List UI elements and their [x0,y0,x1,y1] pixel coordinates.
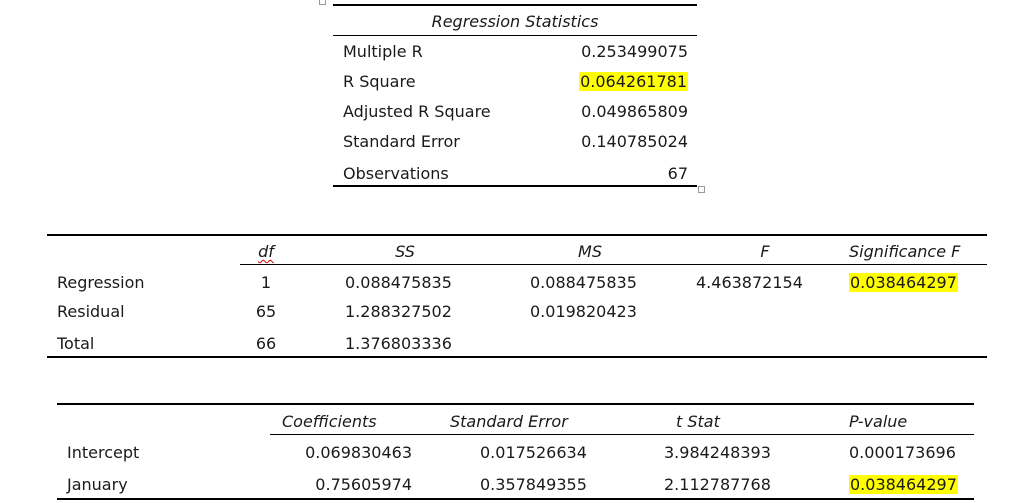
header-rule [333,35,697,36]
anova-top-rule [47,234,987,236]
coef-value-intercept: 0.069830463 [305,443,412,462]
anova-header-ss: SS [395,242,415,261]
coef-label-intercept: Intercept [67,443,140,462]
coef-p-january: 0.038464297 [849,475,958,494]
row-value-observations: 67 [667,164,688,183]
anova-ms-residual: 0.019820423 [530,302,637,321]
top-rule [333,4,697,6]
coef-header-rule [270,434,974,435]
coef-header-coefficients: Coefficients [282,412,377,431]
anova-df-total: 66 [255,334,277,353]
row-label-r-square: R Square [343,72,416,91]
row-label-observations: Observations [343,164,449,183]
anova-header-rule [240,264,987,265]
anova-ss-regression: 0.088475835 [345,273,452,292]
regression-statistics-title: Regression Statistics [431,12,599,31]
row-value-adjusted-r-square: 0.049865809 [581,102,688,121]
anova-header-df-text: df [258,242,274,261]
anova-header-ms: MS [578,242,602,261]
anova-f-regression: 4.463872154 [696,273,803,292]
bottom-rule [333,185,697,187]
anova-sig-regression: 0.038464297 [849,273,958,292]
row-label-multiple-r: Multiple R [343,42,423,61]
anova-df-regression: 1 [260,273,272,292]
anova-label-total: Total [57,334,95,353]
row-label-standard-error: Standard Error [343,132,460,151]
coef-header-t-stat: t Stat [676,412,720,431]
coef-t-intercept: 3.984248393 [664,443,771,462]
anova-df-residual: 65 [255,302,277,321]
anova-header-f: F [760,242,770,261]
coef-p-january-wrap: 0.038464297 [849,475,958,495]
table-move-handle[interactable] [319,0,326,5]
coef-p-intercept: 0.000173696 [849,443,956,462]
anova-ms-regression: 0.088475835 [530,273,637,292]
anova-label-residual: Residual [57,302,125,321]
coef-header-p-value: P-value [849,412,908,431]
row-value-standard-error: 0.140785024 [581,132,688,151]
coef-bottom-rule [57,498,974,500]
anova-bottom-rule [47,356,987,358]
coef-label-january: January [67,475,128,494]
anova-header-df: df [240,242,292,262]
anova-ss-residual: 1.288327502 [345,302,452,321]
coef-t-january: 2.112787768 [664,475,771,494]
row-value-multiple-r: 0.253499075 [581,42,688,61]
anova-label-regression: Regression [57,273,145,292]
row-value-r-square-wrap: 0.064261781 [569,72,688,92]
anova-ss-total: 1.376803336 [345,334,452,353]
coef-header-standard-error: Standard Error [450,412,568,431]
anova-header-significance-f: Significance F [849,242,961,261]
row-label-adjusted-r-square: Adjusted R Square [343,102,491,121]
row-value-r-square: 0.064261781 [579,72,688,91]
table-resize-handle[interactable] [698,186,705,193]
coef-se-intercept: 0.017526634 [480,443,587,462]
coef-value-january: 0.75605974 [315,475,412,494]
anova-sig-regression-wrap: 0.038464297 [849,273,958,293]
coef-top-rule [57,403,974,405]
coef-se-january: 0.357849355 [480,475,587,494]
